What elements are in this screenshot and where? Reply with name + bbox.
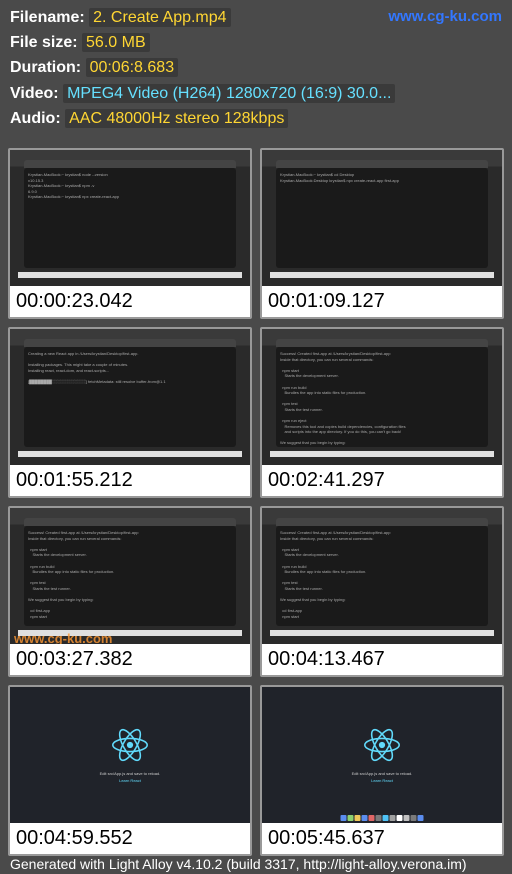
thumbnail-3[interactable]: Creating a new React app in /Users/kryst… <box>8 327 252 498</box>
metadata-header: www.cg-ku.com Filename: 2. Create App.mp… <box>0 0 512 142</box>
dock-icon <box>411 815 417 821</box>
thumbnail-6[interactable]: Success! Created first-app at /Users/kry… <box>260 506 504 677</box>
timestamp-label: 00:00:23.042 <box>10 286 250 317</box>
dock-icon <box>355 815 361 821</box>
thumbnail-1[interactable]: Krystian-MacBook:~ krystian$ node --vers… <box>8 148 252 319</box>
filesize-label: File size: <box>10 34 78 51</box>
dock-icon <box>362 815 368 821</box>
dock-icon <box>383 815 389 821</box>
react-learn-link: Learn React <box>371 778 393 783</box>
dock-icon <box>390 815 396 821</box>
duration-row: Duration: 00:06:8.683 <box>10 56 502 79</box>
dock-icon <box>397 815 403 821</box>
terminal-window: Success! Created first-app at /Users/kry… <box>276 347 488 447</box>
video-label: Video: <box>10 85 59 102</box>
thumbnail-image: Success! Created first-app at /Users/kry… <box>262 329 502 465</box>
react-logo-icon <box>112 727 148 763</box>
filename-label: Filename: <box>10 9 85 26</box>
dock-icon <box>341 815 347 821</box>
terminal-window: Krystian-MacBook:~ krystian$ node --vers… <box>24 168 236 268</box>
thumbnail-2[interactable]: Krystian-MacBook:~ krystian$ cd Desktop … <box>260 148 504 319</box>
thumbnail-grid: Krystian-MacBook:~ krystian$ node --vers… <box>0 142 512 860</box>
timestamp-label: 00:02:41.297 <box>262 465 502 496</box>
macos-dock <box>341 815 424 821</box>
timestamp-label: 00:03:27.382 <box>10 644 250 675</box>
dock-icon <box>369 815 375 821</box>
video-row: Video: MPEG4 Video (H264) 1280x720 (16:9… <box>10 82 502 105</box>
filename-value: 2. Create App.mp4 <box>89 8 230 27</box>
filesize-row: File size: 56.0 MB <box>10 31 502 54</box>
terminal-window: Success! Created first-app at /Users/kry… <box>24 526 236 626</box>
thumbnail-8[interactable]: Edit src/App.js and save to reload. Learn… <box>260 685 504 856</box>
thumbnail-image: Success! Created first-app at /Users/kry… <box>10 508 250 644</box>
thumbnail-5[interactable]: Success! Created first-app at /Users/kry… <box>8 506 252 677</box>
react-instruction-text: Edit src/App.js and save to reload. <box>352 771 413 776</box>
duration-label: Duration: <box>10 59 81 76</box>
thumbnail-image: Krystian-MacBook:~ krystian$ node --vers… <box>10 150 250 286</box>
dock-icon <box>404 815 410 821</box>
thumbnail-image: Edit src/App.js and save to reload. Learn… <box>262 687 502 823</box>
thumbnail-image: Edit src/App.js and save to reload. Learn… <box>10 687 250 823</box>
audio-value: AAC 48000Hz stereo 128kbps <box>65 109 288 128</box>
react-instruction-text: Edit src/App.js and save to reload. <box>100 771 161 776</box>
footer-text: Generated with Light Alloy v4.10.2 (buil… <box>10 856 467 872</box>
watermark-top: www.cg-ku.com <box>388 6 502 28</box>
terminal-window: Creating a new React app in /Users/kryst… <box>24 347 236 447</box>
thumbnail-4[interactable]: Success! Created first-app at /Users/kry… <box>260 327 504 498</box>
timestamp-label: 00:04:13.467 <box>262 644 502 675</box>
timestamp-label: 00:04:59.552 <box>10 823 250 854</box>
thumbnail-image: Creating a new React app in /Users/kryst… <box>10 329 250 465</box>
react-logo-icon <box>364 727 400 763</box>
timestamp-label: 00:01:55.212 <box>10 465 250 496</box>
video-value: MPEG4 Video (H264) 1280x720 (16:9) 30.0.… <box>63 84 395 103</box>
audio-label: Audio: <box>10 110 61 127</box>
thumbnail-image: Success! Created first-app at /Users/kry… <box>262 508 502 644</box>
thumbnail-image: Krystian-MacBook:~ krystian$ cd Desktop … <box>262 150 502 286</box>
dock-icon <box>348 815 354 821</box>
audio-row: Audio: AAC 48000Hz stereo 128kbps <box>10 107 502 130</box>
dock-icon <box>418 815 424 821</box>
react-learn-link: Learn React <box>119 778 141 783</box>
terminal-window: Krystian-MacBook:~ krystian$ cd Desktop … <box>276 168 488 268</box>
watermark-mid: www.cg-ku.com <box>14 631 112 644</box>
thumbnail-7[interactable]: Edit src/App.js and save to reload. Learn… <box>8 685 252 856</box>
filesize-value: 56.0 MB <box>82 33 150 52</box>
duration-value: 00:06:8.683 <box>86 58 179 77</box>
terminal-window: Success! Created first-app at /Users/kry… <box>276 526 488 626</box>
dock-icon <box>376 815 382 821</box>
timestamp-label: 00:05:45.637 <box>262 823 502 854</box>
timestamp-label: 00:01:09.127 <box>262 286 502 317</box>
